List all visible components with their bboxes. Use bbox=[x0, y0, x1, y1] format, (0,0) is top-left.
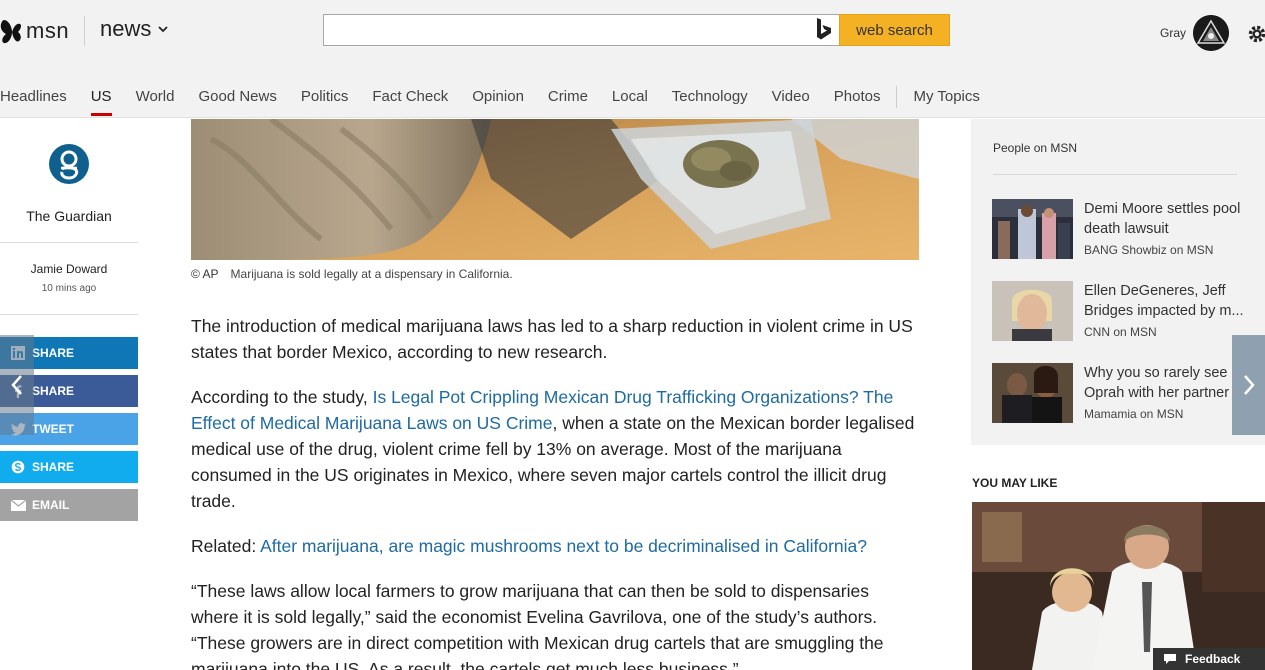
vertical-dropdown[interactable]: news bbox=[100, 16, 169, 42]
story-title: Demi Moore settles pool death lawsuit bbox=[1084, 199, 1250, 239]
carousel-next-button[interactable] bbox=[1232, 335, 1265, 435]
story-title-line: Why you so rarely see bbox=[1084, 365, 1228, 381]
caption-text: Marijuana is sold legally at a dispensar… bbox=[230, 267, 513, 281]
publisher-name[interactable]: The Guardian bbox=[0, 208, 138, 224]
header-divider bbox=[84, 16, 85, 46]
search-bar: web search bbox=[323, 14, 950, 46]
story-source: BANG Showbiz on MSN bbox=[1084, 243, 1214, 257]
related-label: Related: bbox=[191, 536, 261, 556]
related-paragraph: Related: After marijuana, are magic mush… bbox=[191, 533, 916, 559]
share-email-button[interactable]: EMAIL bbox=[0, 489, 138, 521]
msn-logo[interactable]: msn bbox=[0, 14, 69, 48]
paragraph: The introduction of medical marijuana la… bbox=[191, 316, 913, 362]
promo-image bbox=[972, 502, 1265, 670]
carousel-prev-button[interactable] bbox=[0, 335, 34, 435]
story-title: Ellen DeGeneres, Jeff Bridges impacted by… bbox=[1084, 281, 1250, 321]
site-header: msn news web search Gray Headlines US Wo… bbox=[0, 0, 1265, 118]
related-link[interactable]: After marijuana, are magic mushrooms nex… bbox=[260, 536, 867, 556]
nav-item-headlines[interactable]: Headlines bbox=[0, 86, 67, 116]
divider bbox=[0, 314, 138, 315]
chevron-left-icon bbox=[11, 375, 22, 395]
nav-item-politics[interactable]: Politics bbox=[301, 86, 349, 116]
share-label: SHARE bbox=[32, 384, 75, 398]
nav-item-video[interactable]: Video bbox=[772, 86, 810, 116]
image-credit: © AP bbox=[191, 267, 219, 281]
email-icon bbox=[10, 497, 26, 513]
gear-icon[interactable] bbox=[1247, 23, 1265, 45]
rail-story[interactable]: Demi Moore settles pool death lawsuit BAN… bbox=[992, 199, 1240, 261]
nav-separator bbox=[896, 86, 898, 108]
nav-item-world[interactable]: World bbox=[136, 86, 175, 116]
hero-image bbox=[191, 119, 919, 260]
feedback-button[interactable]: Feedback bbox=[1153, 648, 1265, 670]
people-on-msn-module: People on MSN Demi Moore settles pool dea… bbox=[971, 119, 1265, 445]
rail-story[interactable]: Why you so rarely see Oprah with her part… bbox=[992, 363, 1245, 425]
share-label: SHARE bbox=[32, 346, 75, 360]
msn-wordmark: msn bbox=[26, 18, 70, 43]
chevron-down-icon bbox=[158, 26, 168, 33]
nav-item-opinion[interactable]: Opinion bbox=[472, 86, 524, 116]
story-thumbnail bbox=[992, 281, 1073, 341]
rail-story[interactable]: Ellen DeGeneres, Jeff Bridges impacted by… bbox=[992, 281, 1244, 343]
nav-item-local[interactable]: Local bbox=[612, 86, 648, 116]
module-title[interactable]: People on MSN bbox=[993, 141, 1077, 155]
search-input[interactable] bbox=[323, 14, 839, 46]
story-source: CNN on MSN bbox=[1084, 325, 1157, 339]
story-title-line: Ellen DeGeneres, Jeff bbox=[1084, 283, 1226, 299]
nav-item-my-topics[interactable]: My Topics bbox=[913, 86, 979, 116]
article-hero-image[interactable] bbox=[191, 119, 919, 260]
story-title-line: death lawsuit bbox=[1084, 221, 1169, 237]
story-title-line: Demi Moore settles pool bbox=[1084, 201, 1241, 217]
story-title-line: Bridges impacted by m... bbox=[1084, 303, 1244, 319]
butterfly-logo-icon bbox=[0, 20, 22, 44]
article-body: The introduction of medical marijuana la… bbox=[191, 313, 916, 670]
divider bbox=[993, 174, 1237, 175]
web-search-button[interactable]: web search bbox=[839, 14, 950, 46]
bing-logo-icon bbox=[817, 18, 831, 40]
nav-item-us[interactable]: US bbox=[90, 86, 112, 116]
share-label: SHARE bbox=[32, 460, 75, 474]
guardian-logo-icon[interactable] bbox=[48, 143, 90, 185]
publish-time: 10 mins ago bbox=[41, 283, 97, 294]
nav-item-fact-check[interactable]: Fact Check bbox=[372, 86, 448, 116]
divider bbox=[0, 242, 138, 243]
story-source: Mamamia on MSN bbox=[1084, 407, 1184, 421]
user-name[interactable]: Gray bbox=[1160, 26, 1186, 40]
paragraph-text: According to the study, bbox=[191, 387, 373, 407]
category-nav: Headlines US World Good News Politics Fa… bbox=[0, 86, 1004, 118]
avatar[interactable] bbox=[1193, 15, 1229, 51]
story-title-line: Oprah with her partner ... bbox=[1084, 385, 1246, 401]
avatar-image bbox=[1193, 15, 1229, 51]
chat-bubble-icon bbox=[1164, 654, 1176, 664]
you-may-like-image[interactable] bbox=[972, 502, 1265, 670]
author-name: Jamie Doward bbox=[30, 262, 108, 276]
share-label: EMAIL bbox=[32, 498, 70, 512]
share-skype-button[interactable]: SHARE bbox=[0, 451, 138, 483]
nav-item-good-news[interactable]: Good News bbox=[198, 86, 276, 116]
feedback-label: Feedback bbox=[1185, 652, 1241, 666]
nav-item-photos[interactable]: Photos bbox=[834, 86, 881, 116]
skype-icon bbox=[10, 459, 26, 475]
nav-item-crime[interactable]: Crime bbox=[548, 86, 588, 116]
vertical-label: news bbox=[100, 16, 152, 41]
story-title: Why you so rarely see Oprah with her part… bbox=[1084, 363, 1250, 403]
share-label: TWEET bbox=[32, 422, 74, 436]
paragraph: According to the study, Is Legal Pot Cri… bbox=[191, 384, 916, 514]
you-may-like-heading: YOU MAY LIKE bbox=[972, 476, 1058, 490]
image-caption: © AP Marijuana is sold legally at a dispe… bbox=[191, 267, 513, 281]
paragraph: “These laws allow local farmers to grow … bbox=[191, 581, 884, 670]
nav-item-technology[interactable]: Technology bbox=[672, 86, 748, 116]
story-thumbnail bbox=[992, 363, 1073, 423]
chevron-right-icon bbox=[1243, 375, 1255, 395]
story-thumbnail bbox=[992, 199, 1073, 259]
